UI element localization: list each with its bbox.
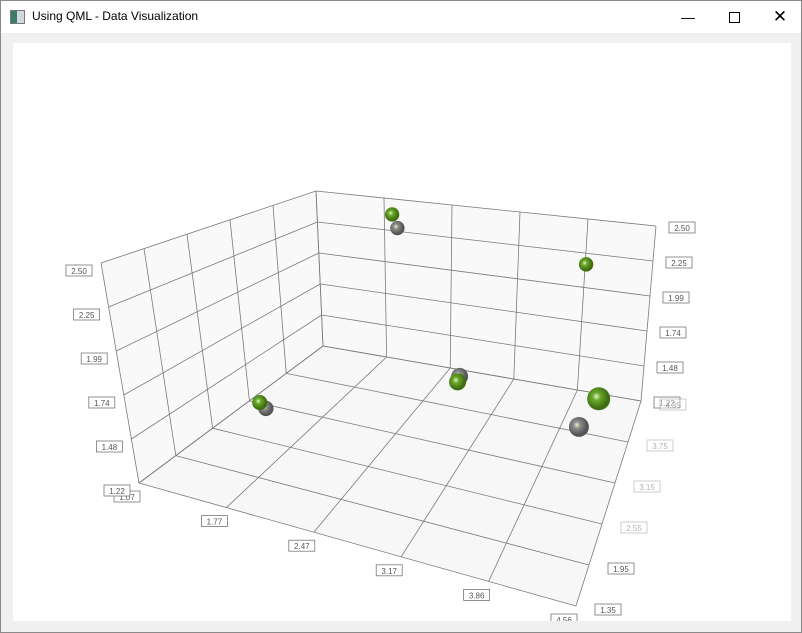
window-title: Using QML - Data Visualization: [32, 9, 199, 23]
app-icon: [10, 10, 25, 24]
close-button[interactable]: ✕: [757, 1, 802, 33]
tick-label-text: 4.35: [665, 401, 681, 410]
scatter-point-green: [384, 207, 400, 222]
maximize-button[interactable]: [711, 1, 757, 33]
y-tick-label-right: 2.50: [668, 221, 696, 234]
scatter-point-green: [252, 394, 268, 411]
y-tick-label-right: 2.25: [665, 256, 693, 269]
minimize-button[interactable]: —: [665, 1, 711, 33]
tick-label-text: 1.74: [665, 329, 681, 338]
tick-label-text: 1.74: [94, 399, 110, 408]
tick-label-text: 2.47: [294, 542, 310, 551]
scatter-point-green: [449, 373, 467, 391]
scatter-point-green: [578, 257, 594, 272]
tick-label-text: 2.25: [671, 259, 687, 268]
scatter-point-gray: [568, 416, 589, 437]
tick-label-text: 2.25: [79, 311, 95, 320]
scatter3d-plot[interactable]: 1.071.772.473.173.864.561.221.221.481.48…: [13, 43, 791, 621]
tick-label-text: 1.99: [668, 294, 684, 303]
y-tick-label-left: 1.74: [88, 396, 116, 409]
x-tick-label: 3.86: [463, 589, 491, 601]
tick-label-text: 2.55: [626, 524, 642, 533]
tick-label-text: 3.15: [639, 483, 655, 492]
x-tick-label: 1.77: [200, 515, 228, 528]
chart-svg[interactable]: 1.071.772.473.173.864.561.221.221.481.48…: [13, 43, 791, 621]
z-tick-label: 1.95: [607, 562, 635, 575]
tick-label-text: 1.77: [207, 518, 223, 527]
tick-label-text: 2.50: [674, 224, 690, 233]
tick-label-text: 1.48: [662, 364, 678, 373]
tick-label-text: 1.48: [102, 443, 118, 452]
z-tick-label: 3.15: [633, 480, 661, 493]
x-tick-label: 3.17: [375, 564, 403, 577]
y-tick-label-left: 2.25: [73, 308, 100, 321]
y-tick-label-left: 1.99: [80, 352, 108, 365]
tick-label-text: 3.86: [469, 591, 485, 600]
x-tick-label: 4.56: [550, 613, 578, 621]
scatter-point-green: [587, 387, 611, 411]
y-tick-label-right: 1.74: [659, 326, 687, 339]
y-tick-label-left: 1.22: [103, 484, 131, 497]
tick-label-text: 4.56: [556, 616, 572, 621]
z-tick-label: 3.75: [646, 439, 674, 452]
x-tick-label: 2.47: [288, 539, 316, 552]
y-tick-label-right: 1.48: [656, 361, 684, 374]
close-icon: ✕: [772, 7, 788, 26]
tick-label-text: 2.50: [71, 267, 87, 276]
y-tick-label-right: 1.99: [662, 291, 690, 304]
z-tick-label: 2.55: [620, 521, 648, 534]
tick-label-text: 1.35: [600, 606, 616, 615]
scatter-point-gray: [390, 220, 405, 236]
tick-label-text: 1.22: [109, 487, 125, 496]
app-window: Using QML - Data Visualization — ✕ 1.07 1…: [0, 0, 802, 633]
y-tick-label-left: 1.48: [96, 440, 123, 453]
tick-label-text: 1.95: [613, 565, 629, 574]
tick-label-text: 3.75: [652, 442, 668, 451]
tick-label-text: 3.17: [381, 567, 397, 576]
y-tick-label-left: 2.50: [65, 264, 93, 277]
tick-label-text: 1.99: [86, 355, 102, 364]
z-tick-label: 4.35: [659, 398, 687, 411]
minimize-icon: —: [681, 9, 695, 25]
title-bar: Using QML - Data Visualization — ✕: [1, 1, 801, 33]
maximize-icon: [728, 11, 740, 23]
z-tick-label: 1.35: [594, 603, 622, 616]
